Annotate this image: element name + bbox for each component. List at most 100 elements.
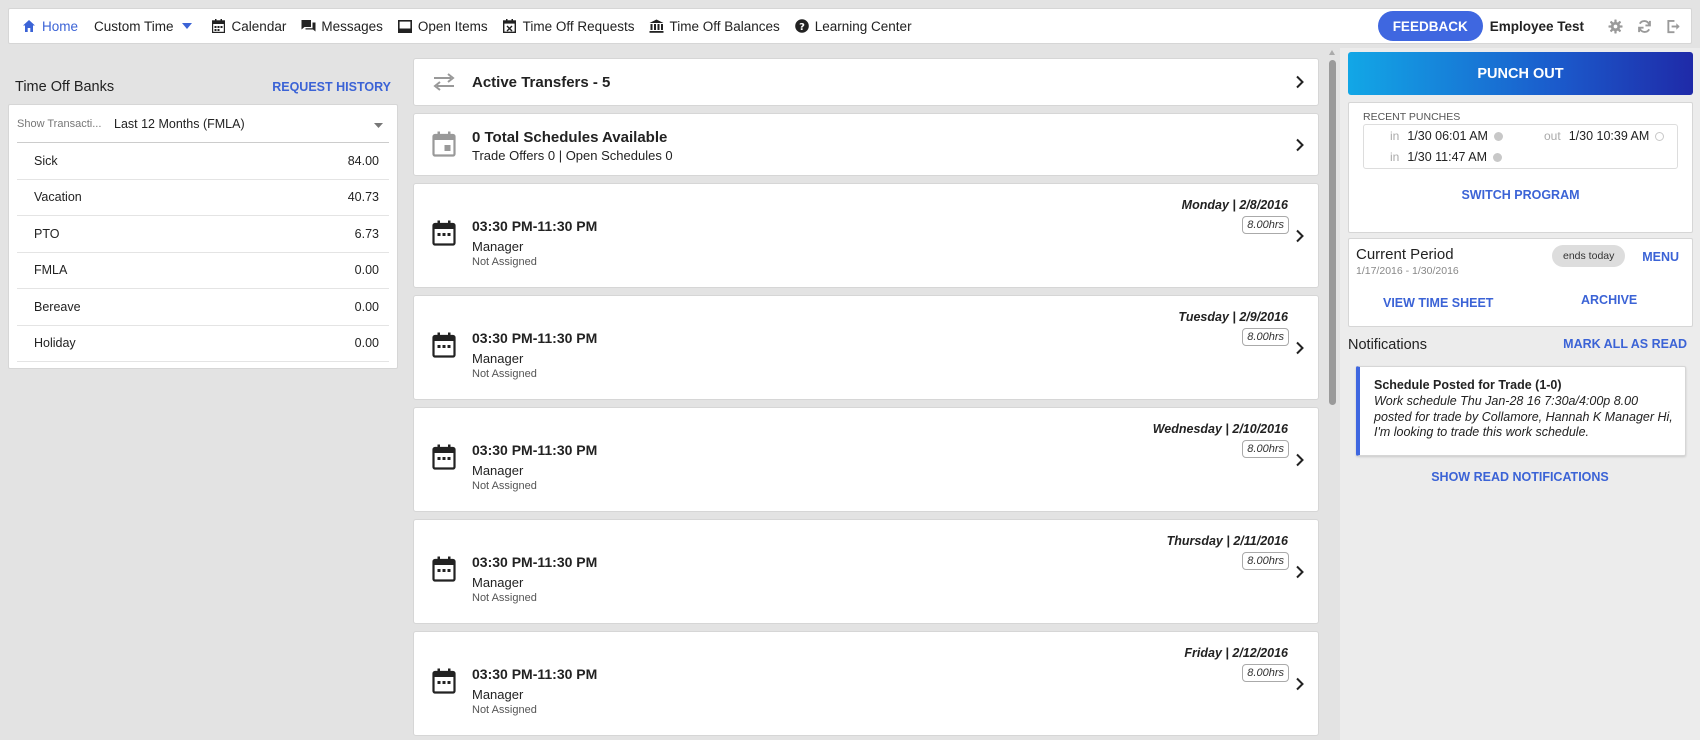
period-menu-link[interactable]: MENU — [1642, 250, 1679, 264]
calendar-x-icon — [502, 18, 518, 34]
schedule-card[interactable]: Friday | 2/12/2016 8.00hrs 03:30 PM-11:3… — [413, 631, 1319, 736]
bank-name: Sick — [34, 153, 58, 168]
schedule-date: Friday | 2/12/2016 — [1184, 646, 1288, 660]
chevron-right-icon — [1294, 341, 1306, 355]
transaction-filter-value: Last 12 Months (FMLA) — [114, 116, 245, 131]
bank-row: Sick 84.00 — [17, 143, 389, 180]
period-status-badge: ends today — [1552, 245, 1626, 267]
punch-direction: out — [1544, 129, 1561, 143]
transaction-filter: Show Transacti... Last 12 Months (FMLA) — [17, 105, 389, 143]
schedule-date: Wednesday | 2/10/2016 — [1152, 422, 1288, 436]
nav-item-custom-time[interactable]: Custom Time — [85, 9, 199, 43]
punch-time: 1/30 06:01 AM — [1407, 129, 1488, 143]
schedule-hours-badge: 8.00hrs — [1242, 328, 1289, 346]
schedules-available-subtitle: Trade Offers 0 | Open Schedules 0 — [472, 148, 673, 163]
schedule-column: Active Transfers - 5 0 Total Schedules A… — [413, 58, 1319, 740]
schedule-card[interactable]: Thursday | 2/11/2016 8.00hrs 03:30 PM-11… — [413, 519, 1319, 624]
nav-item-label: Calendar — [231, 18, 287, 34]
calendar-icon — [432, 131, 456, 160]
time-off-banks-title: Time Off Banks — [15, 79, 115, 95]
time-off-banks-header: Time Off Banks REQUEST HISTORY — [8, 74, 398, 100]
nav-item-time-off-requests[interactable]: Time Off Requests — [495, 9, 642, 43]
transaction-filter-select[interactable]: Last 12 Months (FMLA) — [107, 117, 389, 131]
schedule-hours-badge: 8.00hrs — [1242, 664, 1289, 682]
time-off-banks-panel: Time Off Banks REQUEST HISTORY Show Tran… — [8, 74, 398, 369]
show-read-wrapper: SHOW READ NOTIFICATIONS — [1340, 469, 1700, 484]
schedule-assignment: Not Assigned — [472, 592, 537, 604]
bank-value: 0.00 — [354, 299, 379, 314]
schedule-hours-badge: 8.00hrs — [1242, 216, 1289, 234]
schedule-hours-badge: 8.00hrs — [1242, 440, 1289, 458]
archive-link[interactable]: ARCHIVE — [1581, 293, 1637, 307]
calendar-icon — [432, 668, 456, 697]
request-history-link[interactable]: REQUEST HISTORY — [272, 80, 391, 94]
bank-name: Vacation — [34, 190, 82, 205]
refresh-icon[interactable] — [1634, 16, 1654, 36]
show-read-notifications-link[interactable]: SHOW READ NOTIFICATIONS — [1431, 470, 1609, 484]
nav-item-messages[interactable]: Messages — [293, 9, 390, 43]
current-period-range: 1/17/2016 - 1/30/2016 — [1356, 265, 1459, 277]
notification-item[interactable]: Schedule Posted for Trade (1-0) Work sch… — [1356, 366, 1686, 456]
nav-item-home[interactable]: Home — [9, 9, 85, 43]
gear-icon[interactable] — [1605, 16, 1625, 36]
punch-direction: in — [1390, 129, 1400, 143]
schedule-scrollbar[interactable] — [1326, 48, 1338, 740]
schedule-time: 03:30 PM-11:30 PM — [472, 330, 598, 346]
svg-text:?: ? — [799, 22, 805, 33]
nav-item-label: Home — [42, 18, 79, 34]
active-transfers-card[interactable]: Active Transfers - 5 — [413, 58, 1319, 106]
nav-item-label: Custom Time — [94, 18, 174, 34]
current-period-card: Current Period 1/17/2016 - 1/30/2016 end… — [1348, 238, 1693, 327]
dropdown-arrow-icon — [374, 117, 383, 131]
chevron-right-icon — [1294, 453, 1306, 467]
schedule-time: 03:30 PM-11:30 PM — [472, 554, 598, 570]
scroll-thumb[interactable] — [1329, 60, 1336, 405]
current-period-title: Current Period — [1356, 246, 1454, 263]
top-navigation-bar: Home Custom Time Calendar Messages Open … — [8, 8, 1692, 44]
nav-item-learning-center[interactable]: ? Learning Center — [787, 9, 919, 43]
schedule-card[interactable]: Wednesday | 2/10/2016 8.00hrs 03:30 PM-1… — [413, 407, 1319, 512]
bank-row: Bereave 0.00 — [17, 289, 389, 326]
schedule-role: Manager — [472, 687, 524, 702]
nav-item-time-off-balances[interactable]: Time Off Balances — [641, 9, 786, 43]
calendar-icon — [211, 18, 227, 34]
feedback-button[interactable]: FEEDBACK — [1377, 11, 1483, 41]
nav-item-label: Time Off Balances — [669, 18, 780, 34]
switch-program-wrapper: SWITCH PROGRAM — [1349, 187, 1692, 202]
notifications-title: Notifications — [1348, 337, 1427, 353]
schedules-available-card[interactable]: 0 Total Schedules Available Trade Offers… — [413, 113, 1319, 176]
schedule-assignment: Not Assigned — [472, 368, 537, 380]
user-name: Employee Test — [1489, 18, 1584, 34]
punch-entry: out 1/30 10:39 AM — [1544, 129, 1665, 143]
punch-out-button[interactable]: PUNCH OUT — [1348, 52, 1693, 95]
schedule-card[interactable]: Tuesday | 2/9/2016 8.00hrs 03:30 PM-11:3… — [413, 295, 1319, 400]
bank-value: 6.73 — [354, 226, 379, 241]
schedule-card[interactable]: Monday | 2/8/2016 8.00hrs 03:30 PM-11:30… — [413, 183, 1319, 288]
calendar-icon — [432, 556, 456, 585]
chevron-right-icon — [1294, 138, 1306, 152]
logout-icon[interactable] — [1663, 16, 1683, 36]
punch-entry: in 1/30 06:01 AM — [1390, 129, 1503, 143]
nav-item-label: Messages — [321, 18, 383, 34]
schedule-time: 03:30 PM-11:30 PM — [472, 442, 598, 458]
messages-icon — [300, 18, 316, 34]
home-icon — [21, 18, 37, 34]
nav-item-label: Open Items — [417, 18, 488, 34]
nav-item-calendar[interactable]: Calendar — [199, 9, 294, 43]
chevron-right-icon — [1294, 75, 1306, 89]
nav-item-label: Time Off Requests — [522, 18, 635, 34]
switch-program-link[interactable]: SWITCH PROGRAM — [1461, 188, 1579, 202]
nav-item-open-items[interactable]: Open Items — [390, 9, 495, 43]
time-off-banks-card: Show Transacti... Last 12 Months (FMLA) … — [8, 104, 398, 369]
schedule-assignment: Not Assigned — [472, 704, 537, 716]
chevron-right-icon — [1294, 229, 1306, 243]
notification-body: Work schedule Thu Jan-28 16 7:30a/4:00p … — [1374, 394, 1673, 439]
scroll-up-arrow-icon[interactable] — [1329, 50, 1335, 55]
schedule-time: 03:30 PM-11:30 PM — [472, 218, 598, 234]
mark-all-read-link[interactable]: MARK ALL AS READ — [1563, 337, 1687, 351]
schedule-role: Manager — [472, 239, 524, 254]
view-time-sheet-link[interactable]: VIEW TIME SHEET — [1383, 296, 1493, 310]
schedule-hours-badge: 8.00hrs — [1242, 552, 1289, 570]
bank-value: 0.00 — [354, 336, 379, 351]
recent-punches-card: RECENT PUNCHES in 1/30 06:01 AM out 1/30… — [1348, 102, 1693, 233]
